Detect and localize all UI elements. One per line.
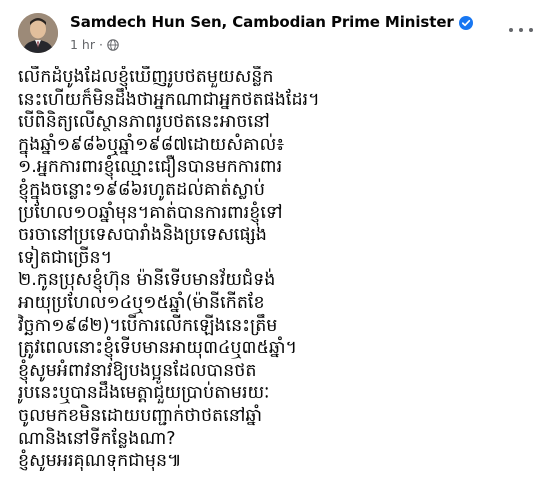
post-text-line: ណានិងនៅទីកន្លែងណា? bbox=[18, 428, 176, 449]
post-text-line: ត្រូវពេលនោះខ្ញុំទើបមានអាយុ៣៤ឬ៣៥ឆ្នាំ។ bbox=[18, 338, 298, 359]
post-text-line: បើពិនិត្យលើស្ថានភាពរូបថតនេះអាចនៅ bbox=[18, 112, 270, 133]
post-text-line: ខ្ញុំសូមអរគុណទុកជាមុន៕ bbox=[18, 451, 182, 471]
post-text-line: ចរចានៅប្រទេសបារាំងនិងប្រទេសផ្សេង bbox=[18, 225, 267, 246]
post-text-line: ១.អ្នកការពារខ្ញុំឈ្មោះជឿនបានមកការពារ bbox=[18, 157, 283, 178]
post-meta: 1 hr · bbox=[70, 37, 119, 52]
post-text-line: ខ្ញុំសូមអំពាវនាវឱ្យបងប្អូនដែលបានថត bbox=[18, 360, 257, 381]
author-row: Samdech Hun Sen, Cambodian Prime Ministe… bbox=[70, 13, 473, 31]
author-avatar[interactable] bbox=[18, 13, 58, 53]
more-dot-icon bbox=[509, 28, 513, 32]
post-text-line: ចូលមកខមិនដោយបញ្ជាក់ថាថតនៅឆ្នាំ bbox=[18, 405, 263, 426]
more-dot-icon bbox=[529, 28, 533, 32]
post-text-line: រូបនេះឬបានដឹងមេត្តាជួយប្រាប់តាមរយៈ bbox=[18, 383, 270, 404]
post-text-line: វិច្ឆកា១៩៨២)។បើការលើកឡើងនេះត្រឹម bbox=[18, 315, 278, 336]
globe-icon[interactable] bbox=[107, 38, 119, 51]
post-text-line: អាយុប្រហែល១៤ឬ១៥ឆ្នាំ(ម៉ានីកើតខែ bbox=[18, 292, 265, 313]
post-text-line: ប្រហែល១០ឆ្នាំមុន។គាត់បានការពារខ្ញុំទៅ bbox=[18, 202, 283, 223]
post-text-line: ទៀតជាច្រើន។ bbox=[18, 247, 113, 268]
meta-separator: · bbox=[99, 37, 103, 52]
post-text-line: លើកដំបូងដែលខ្ញុំឃើញរូបថតមួយសន្លឹក bbox=[18, 67, 274, 87]
more-dot-icon bbox=[519, 28, 523, 32]
author-name[interactable]: Samdech Hun Sen, Cambodian Prime Ministe… bbox=[70, 13, 454, 31]
more-options-button[interactable] bbox=[509, 22, 533, 38]
post-text: លើកដំបូងដែលខ្ញុំឃើញរូបថតមួយសន្លឹក នេះហើយ… bbox=[18, 66, 533, 471]
post-text-line: ២.កូនប្រុសខ្ញុំហ៊ុន ម៉ានីទើបមានវ័យជំទង់ bbox=[18, 270, 276, 291]
post-header: Samdech Hun Sen, Cambodian Prime Ministe… bbox=[0, 0, 553, 62]
post-time[interactable]: 1 hr bbox=[70, 37, 95, 52]
avatar-portrait bbox=[18, 13, 58, 53]
post-text-line: ខ្ញុំក្នុងចន្លោះ១៩៨៦រហូតដល់គាត់ស្លាប់ bbox=[18, 179, 265, 200]
verified-badge-icon bbox=[458, 15, 473, 30]
post-text-line: ក្នុងឆ្នាំ១៩៨៦ឬឆ្នាំ១៩៨៧ដោយសំគាល់៖ bbox=[18, 134, 285, 155]
post-text-line: នេះហើយក៏មិនដឹងថាអ្នកណាជាអ្នកថតផងដែរ។ bbox=[18, 89, 320, 110]
